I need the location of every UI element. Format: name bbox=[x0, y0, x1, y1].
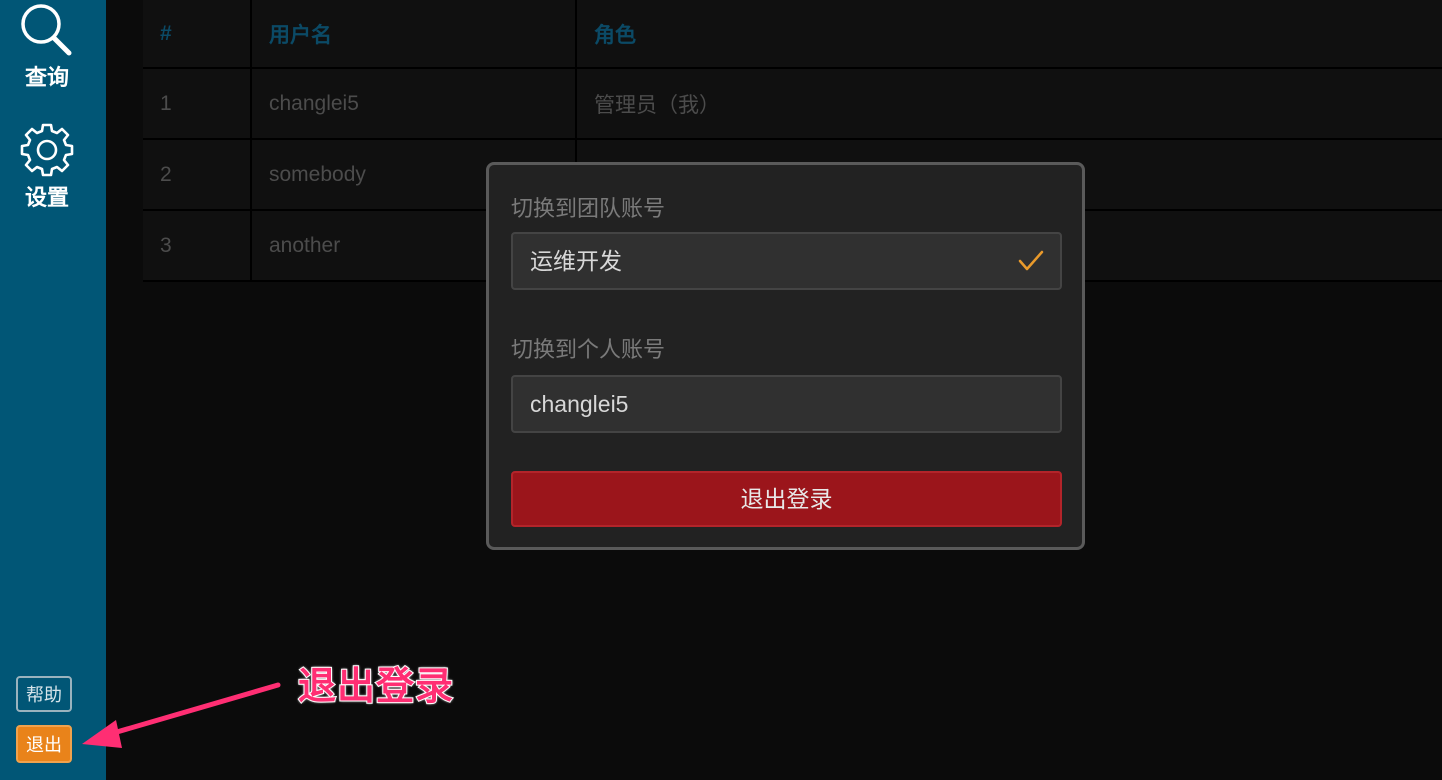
personal-account-option[interactable]: changlei5 bbox=[511, 375, 1062, 433]
help-button[interactable]: 帮助 bbox=[16, 676, 72, 712]
annotation-label: 退出登录 bbox=[297, 665, 455, 709]
table-header-row: # 用户名 角色 bbox=[143, 0, 1442, 69]
account-switch-popup: 切换到团队账号 运维开发 切换到个人账号 changlei5 退出登录 bbox=[486, 162, 1085, 550]
header-role: 角色 bbox=[575, 0, 1442, 69]
table-row: 1 changlei5 管理员（我） bbox=[143, 68, 1442, 140]
search-icon bbox=[21, 4, 72, 56]
logout-button[interactable]: 退出 bbox=[16, 725, 72, 763]
personal-account-label: 切换到个人账号 bbox=[511, 337, 666, 362]
nav-query-label: 查询 bbox=[24, 65, 69, 90]
nav-settings-label: 设置 bbox=[24, 185, 69, 210]
header-username: 用户名 bbox=[250, 0, 576, 69]
signout-button[interactable]: 退出登录 bbox=[511, 471, 1062, 527]
sidebar: 查询 设置 帮助 退出 bbox=[0, 0, 106, 780]
team-account-option[interactable]: 运维开发 bbox=[511, 232, 1062, 290]
row-role: 管理员（我） bbox=[575, 68, 1442, 140]
nav-query[interactable]: 查询 bbox=[0, 0, 94, 92]
row-username: changlei5 bbox=[250, 68, 576, 140]
team-account-label: 切换到团队账号 bbox=[511, 196, 666, 221]
row-index: 1 bbox=[143, 68, 251, 140]
row-index: 2 bbox=[143, 139, 251, 211]
row-index: 3 bbox=[143, 210, 251, 282]
team-account-value: 运维开发 bbox=[530, 248, 622, 274]
nav-settings[interactable]: 设置 bbox=[0, 122, 94, 212]
annotation-arrow-icon bbox=[82, 682, 281, 748]
header-index: # bbox=[143, 0, 251, 69]
gear-icon bbox=[20, 123, 74, 177]
checkmark-icon bbox=[1018, 250, 1044, 271]
personal-account-value: changlei5 bbox=[530, 391, 629, 417]
